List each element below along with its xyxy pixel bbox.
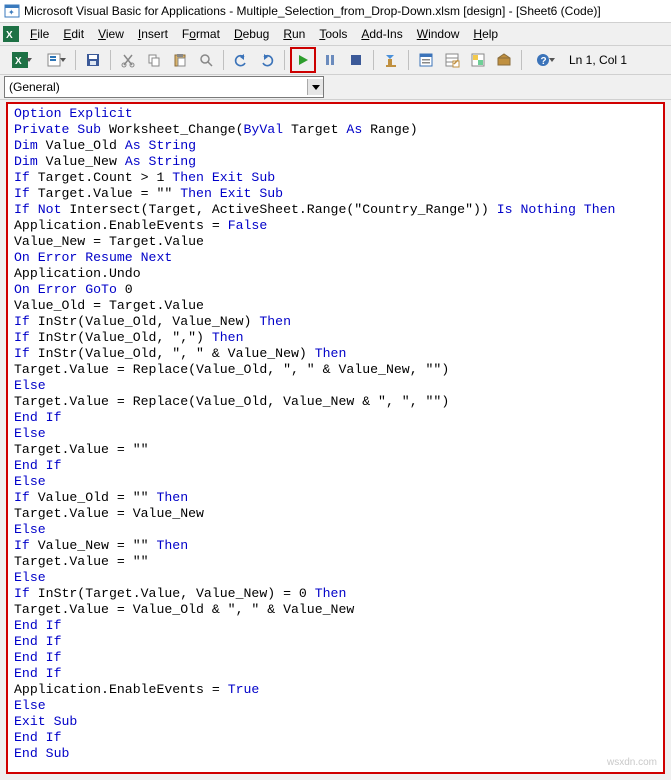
menu-help[interactable]: Help xyxy=(467,25,504,43)
reset-button[interactable] xyxy=(344,48,368,72)
separator xyxy=(408,50,409,70)
separator xyxy=(110,50,111,70)
copy-button[interactable] xyxy=(142,48,166,72)
watermark: wsxdn.com xyxy=(607,757,657,768)
view-excel-button[interactable]: X xyxy=(4,48,36,72)
separator xyxy=(223,50,224,70)
paste-button[interactable] xyxy=(168,48,192,72)
object-dropdown-value: (General) xyxy=(9,80,60,94)
menu-insert[interactable]: Insert xyxy=(132,25,174,43)
vba-app-icon: ✦ xyxy=(4,3,20,19)
svg-text:X: X xyxy=(15,56,22,67)
procedure-dropdown-row: (General) xyxy=(0,75,671,100)
break-button[interactable] xyxy=(318,48,342,72)
separator xyxy=(284,50,285,70)
separator xyxy=(521,50,522,70)
cut-button[interactable] xyxy=(116,48,140,72)
code-pane[interactable]: Option Explicit Private Sub Worksheet_Ch… xyxy=(6,102,665,774)
menu-addins[interactable]: Add-Ins xyxy=(355,25,408,43)
separator xyxy=(75,50,76,70)
toolbar: X ? Ln 1, Col 1 xyxy=(0,46,671,75)
svg-text:?: ? xyxy=(541,56,547,67)
menu-format[interactable]: Format xyxy=(176,25,226,43)
menu-tools[interactable]: Tools xyxy=(313,25,353,43)
svg-text:✦: ✦ xyxy=(8,8,15,17)
find-button[interactable] xyxy=(194,48,218,72)
undo-button[interactable] xyxy=(229,48,253,72)
menu-bar: X File Edit View Insert Format Debug Run… xyxy=(0,23,671,46)
menu-file[interactable]: File xyxy=(24,25,55,43)
properties-button[interactable] xyxy=(440,48,464,72)
separator xyxy=(373,50,374,70)
toolbox-button[interactable] xyxy=(492,48,516,72)
menu-edit[interactable]: Edit xyxy=(57,25,90,43)
menu-window[interactable]: Window xyxy=(411,25,466,43)
menu-run[interactable]: Run xyxy=(277,25,311,43)
svg-text:X: X xyxy=(6,30,13,41)
design-mode-button[interactable] xyxy=(379,48,403,72)
menu-debug[interactable]: Debug xyxy=(228,25,275,43)
excel-icon[interactable]: X xyxy=(2,26,20,42)
menu-view[interactable]: View xyxy=(92,25,130,43)
project-explorer-button[interactable] xyxy=(414,48,438,72)
save-button[interactable] xyxy=(81,48,105,72)
help-button[interactable]: ? xyxy=(527,48,559,72)
title-bar: ✦ Microsoft Visual Basic for Application… xyxy=(0,0,671,23)
redo-button[interactable] xyxy=(255,48,279,72)
object-dropdown[interactable]: (General) xyxy=(4,76,324,98)
code-text[interactable]: Option Explicit Private Sub Worksheet_Ch… xyxy=(8,104,663,764)
chevron-down-icon xyxy=(307,79,323,95)
window-title: Microsoft Visual Basic for Applications … xyxy=(24,4,601,18)
insert-module-button[interactable] xyxy=(38,48,70,72)
cursor-position-label: Ln 1, Col 1 xyxy=(569,53,627,67)
run-button[interactable] xyxy=(290,47,316,73)
object-browser-button[interactable] xyxy=(466,48,490,72)
